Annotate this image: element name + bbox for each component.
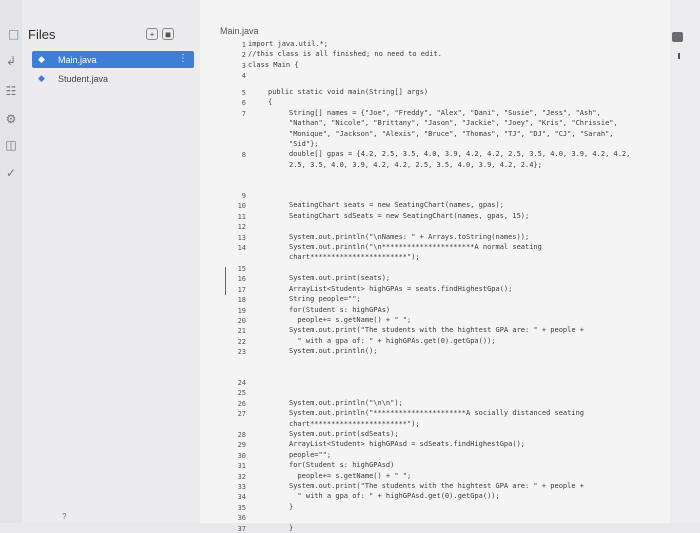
java-file-icon: ◆ [38,73,45,83]
line-number: 30 [237,451,246,460]
sidebar-title: Files [28,27,56,42]
badge-icon[interactable] [672,32,683,42]
file-name: Main.java [58,54,97,65]
code-line[interactable]: SeatingChart sdSeats = new SeatingChart(… [289,212,529,222]
code-line[interactable]: import java.util.*; [248,40,328,50]
code-line[interactable]: System.out.print(seats); [289,274,390,284]
code-line[interactable]: " with a gpa of: " + highGPAsd.get(0).ge… [289,492,499,502]
code-line[interactable]: for(Student s: highGPAsd) [289,461,394,471]
code-line[interactable]: " with a gpa of: " + highGPAs.get(0).get… [289,337,495,347]
activity-bar: ↲ ☷ ⚙ ◫ ✓ [0,0,22,523]
code-line[interactable]: people+= s.getName() + " "; [289,472,411,482]
code-line[interactable]: } [289,524,293,533]
code-line[interactable]: "Monique", "Jackson", "Alexis", "Bruce",… [289,130,614,140]
line-number: 12 [237,223,246,232]
line-number: 10 [237,202,246,211]
line-number: 5 [241,89,246,97]
code-line[interactable]: chart***********************"); [289,253,420,263]
code-editor[interactable]: Main.java 1 import java.util.*; 2//this cl… [200,0,670,533]
line-number: 32 [237,472,246,481]
database-icon[interactable]: ◫ [4,138,18,152]
line-number: 33 [237,483,246,491]
line-number: 21 [237,327,246,336]
code-line[interactable]: people+= s.getName() + " "; [289,316,411,326]
line-number: 3 [241,61,246,70]
line-number: 4 [241,72,246,81]
line-number: 34 [237,493,246,502]
code-line[interactable]: System.out.println(); [289,347,378,357]
code-line[interactable]: class Main { [248,61,299,71]
line-number: 37 [237,524,246,533]
code-line[interactable]: public static void main(String[] args) [268,88,428,98]
code-line[interactable]: SeatingChart seats = new SeatingChart(na… [289,201,504,211]
files-sidebar: □ Files + ■ ◆ Main.java ⋮ ◆ Student.java… [8,0,200,523]
line-number: 25 [237,389,246,398]
line-number: 2 [241,51,246,60]
scroll-marker [678,53,680,59]
line-number: 16 [237,275,246,284]
line-number: 19 [237,306,246,315]
text-cursor [225,267,226,295]
line-number: 22 [237,337,246,346]
code-line[interactable]: String people=""; [289,295,361,305]
settings-icon[interactable]: ⚙ [4,112,18,126]
line-number: 13 [237,233,246,242]
code-line[interactable]: 2.5, 3.5, 4.0, 3.9, 4.2, 4.2, 2.5, 3.5, … [289,161,542,171]
code-line[interactable]: System.out.print(sdSeats); [289,430,399,440]
editor-tab-title[interactable]: Main.java [220,26,259,36]
new-folder-icon[interactable]: ■ [162,28,174,40]
code-line[interactable]: ArrayList<Student> highGPAs = seats.find… [289,285,512,295]
java-file-icon: ◆ [38,54,45,64]
line-number: 18 [237,296,246,305]
share-icon[interactable]: ↲ [4,54,18,68]
line-number: 20 [237,317,246,325]
file-icon: □ [8,27,20,41]
code-line[interactable]: System.out.println("********************… [289,409,584,419]
file-item-main[interactable]: ◆ Main.java ⋮ [32,51,194,68]
line-number: 29 [237,441,246,450]
line-number: 31 [237,462,246,471]
code-line[interactable]: System.out.print("The students with the … [289,326,584,336]
line-number: 28 [237,431,246,439]
line-number: 9 [241,192,246,200]
more-options-icon[interactable]: ⋮ [178,53,188,64]
code-line[interactable]: for(Student s: highGPAs) [289,306,390,316]
new-file-icon[interactable]: + [146,28,158,40]
line-number: 23 [237,348,246,357]
line-number: 27 [237,410,246,419]
code-line[interactable]: "Sid"}; [289,140,319,150]
line-number: 7 [241,109,246,118]
code-line[interactable]: System.out.println("\n******************… [289,243,542,253]
code-line[interactable]: //this class is all finished; no need to… [248,50,442,60]
code-line[interactable]: "Nathan", "Nicole", "Brittany", "Jason",… [289,119,618,129]
line-number: 11 [237,212,246,221]
line-number: 36 [237,514,246,523]
code-line[interactable]: ArrayList<Student> highGPAsd = sdSeats.f… [289,440,525,450]
check-icon[interactable]: ✓ [4,166,18,180]
file-item-student[interactable]: ◆ Student.java [32,70,194,87]
help-icon[interactable]: ? [62,512,66,521]
line-number: 26 [237,399,246,408]
line-number: 6 [241,99,246,108]
line-number: 24 [237,379,246,387]
code-line[interactable]: } [289,503,293,513]
code-line[interactable]: { [268,98,272,108]
line-number: 14 [237,244,246,252]
line-number: 17 [237,285,246,294]
code-line[interactable]: double[] gpas = {4.2, 2.5, 3.5, 4.0, 3.9… [289,150,630,160]
code-line[interactable]: System.out.println("\n\n"); [289,399,403,409]
line-number: 8 [241,151,246,160]
code-line[interactable]: chart***********************"); [289,420,420,430]
line-number: 15 [237,265,246,273]
code-line[interactable]: people=""; [289,451,331,461]
code-line[interactable]: System.out.print("The students with the … [289,482,584,492]
code-line[interactable]: System.out.println("\nNames: " + Arrays.… [289,233,529,243]
line-number: 1 [241,41,246,49]
line-number: 35 [237,503,246,512]
code-line[interactable]: String[] names = {"Joe", "Freddy", "Alex… [289,109,601,119]
right-panel-strip [670,0,700,523]
file-name: Student.java [58,73,109,84]
package-icon[interactable]: ☷ [4,84,18,98]
